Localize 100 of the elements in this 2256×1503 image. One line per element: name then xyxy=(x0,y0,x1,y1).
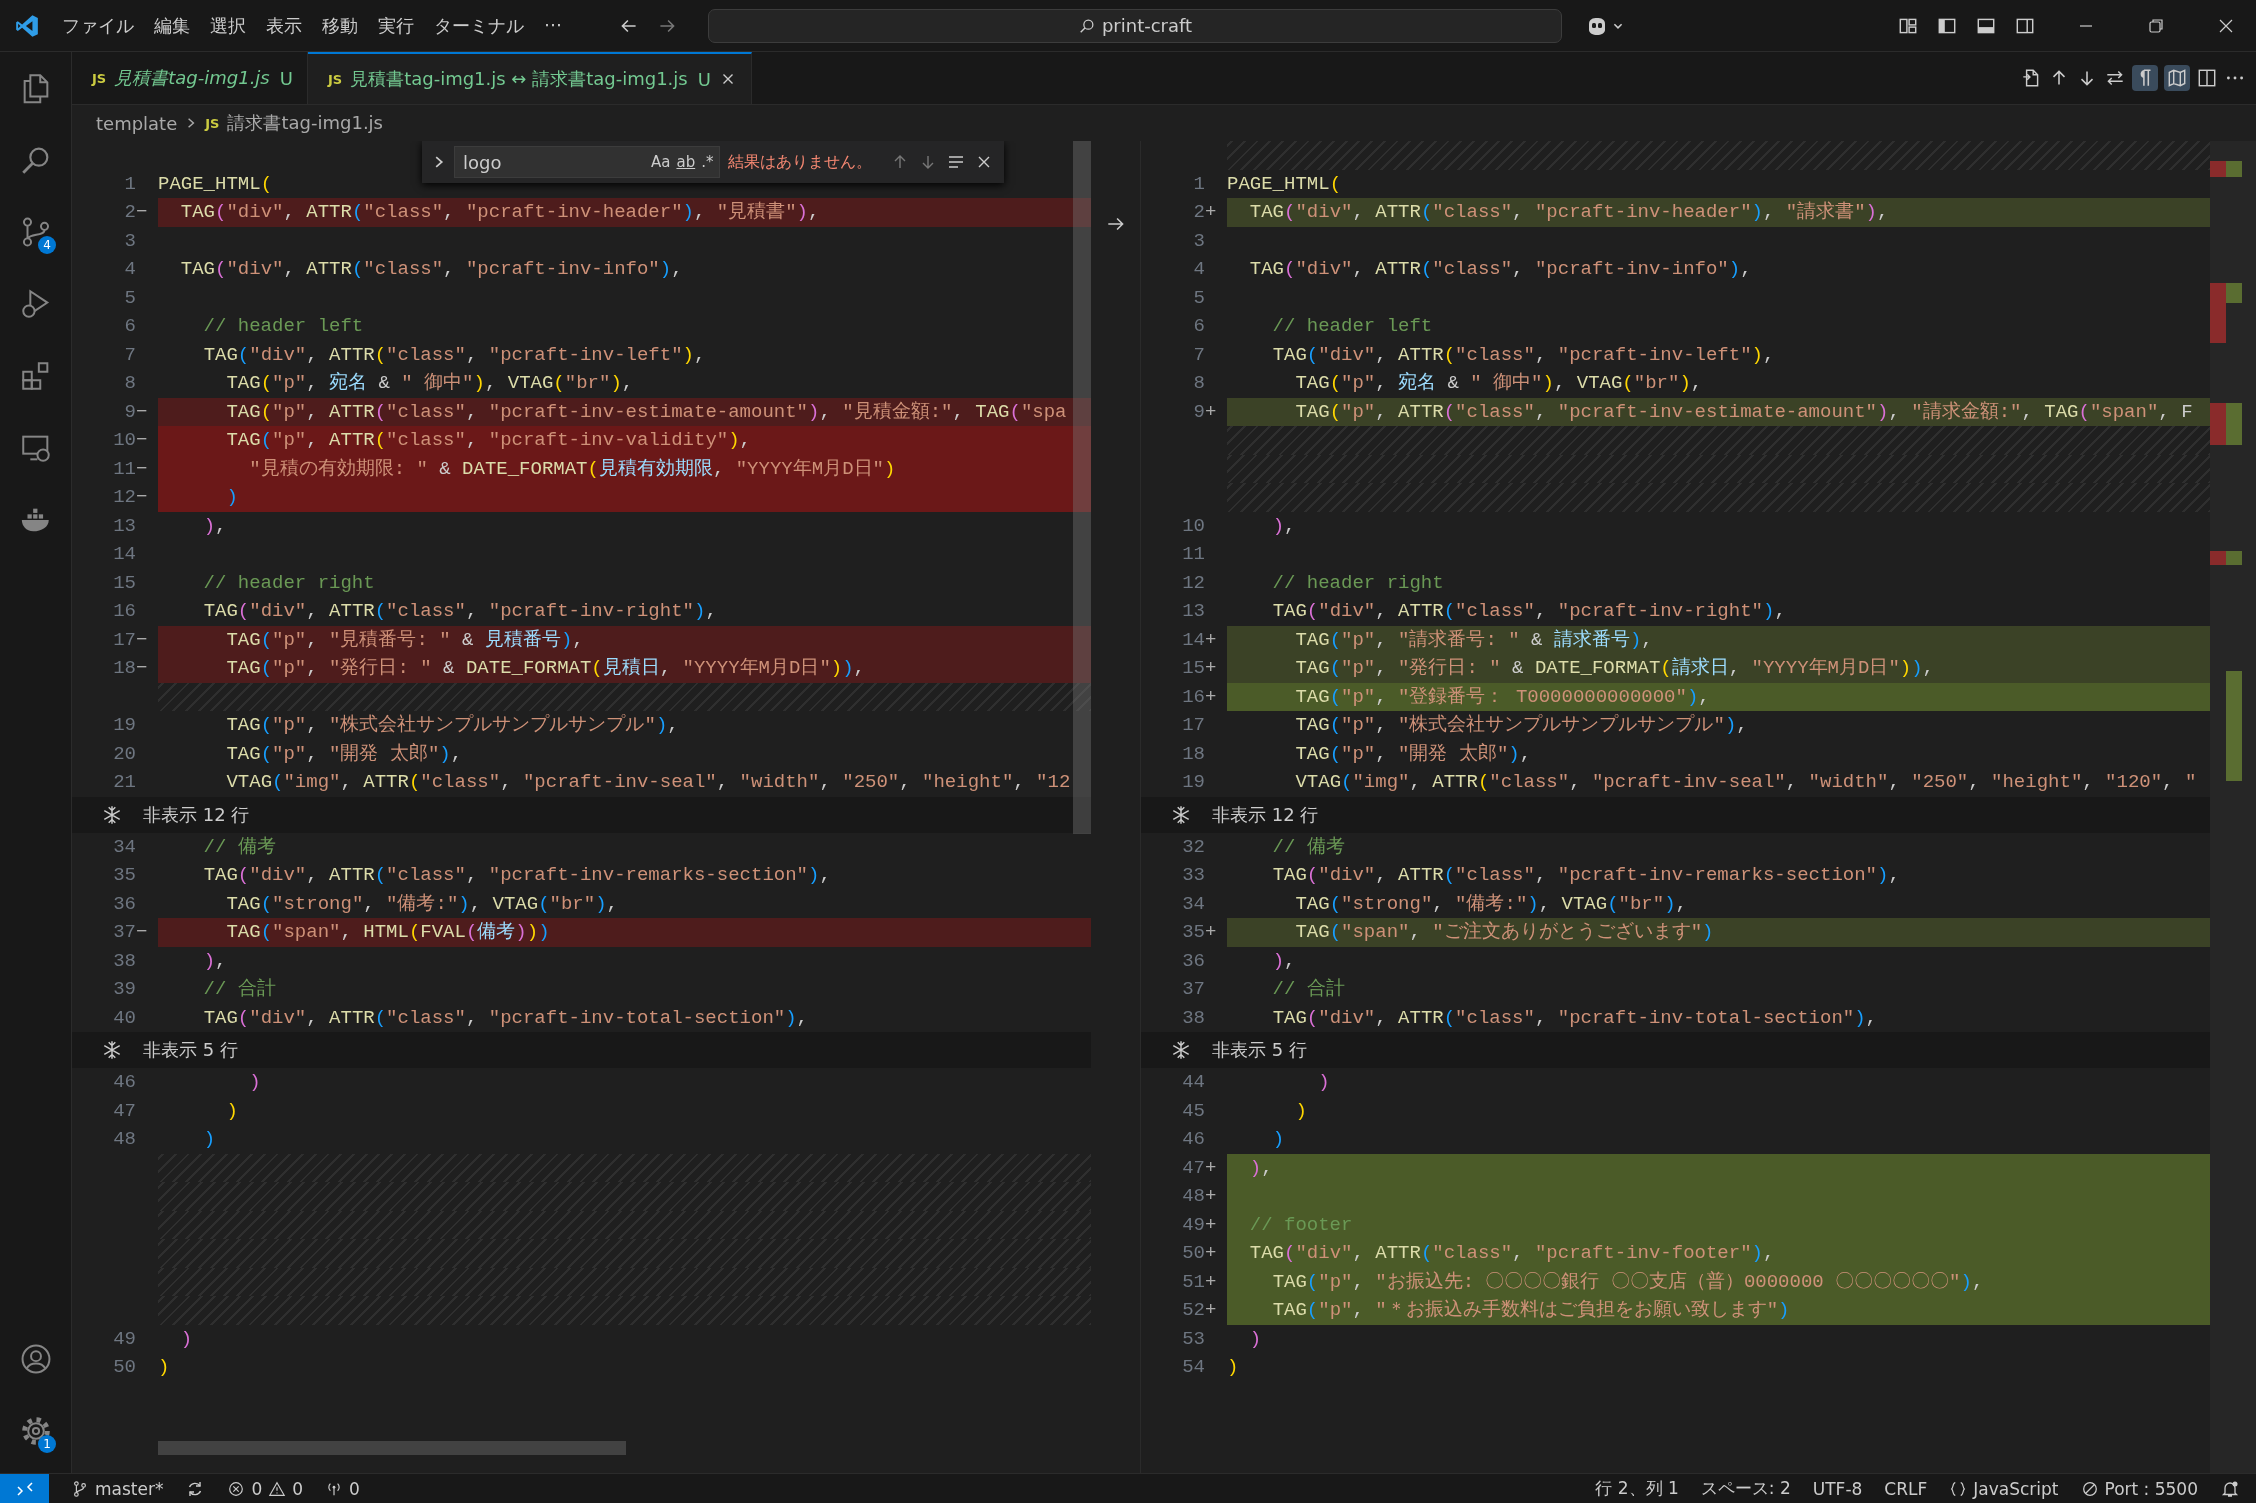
ports-status[interactable]: 0 xyxy=(325,1478,360,1499)
scrollbar-thumb[interactable] xyxy=(158,1441,626,1455)
error-count: 0 xyxy=(251,1478,263,1499)
status-item[interactable]: UTF-8 xyxy=(1812,1478,1863,1499)
change-marker: + xyxy=(1205,201,1217,223)
line-number: 40 xyxy=(112,1005,136,1031)
line-number: 12 xyxy=(1181,570,1205,596)
line-number: 53 xyxy=(1181,1326,1205,1352)
line-number: 37 xyxy=(1181,977,1205,1002)
line-number: 4 xyxy=(1192,257,1205,282)
line-number: 14 xyxy=(1181,627,1205,653)
unfold-icon[interactable] xyxy=(101,1039,123,1061)
code-line: VTAG("img", ATTR("class", "pcraft-inv-seal", "width", "250", "height", "12 xyxy=(225,770,1072,795)
collapse-unchanged-toggle[interactable] xyxy=(2164,65,2190,91)
code-line: TAG("p", 宛名 & " 御中"), VTAG("br"), xyxy=(225,371,635,396)
line-number: 48 xyxy=(112,1127,136,1152)
branch-status[interactable]: master* xyxy=(71,1478,164,1499)
line-number: 20 xyxy=(112,741,136,767)
find-option-toggle[interactable]: ab xyxy=(676,153,696,171)
line-number: 34 xyxy=(112,834,136,860)
code-line: TAG("div", ATTR("class", "pcraft-inv-left"), xyxy=(202,342,707,368)
code-line: ), xyxy=(1271,948,1297,974)
code-line: TAG("div", ATTR("class", "pcraft-inv-left"), xyxy=(1271,342,1776,368)
line-number: 47 xyxy=(112,1098,136,1124)
code-line: TAG("p", "株式会社サンプルサンプルサンプル"), xyxy=(1294,713,1749,738)
count-badge: 4 xyxy=(38,236,56,254)
change-marker: − xyxy=(136,429,148,451)
folded-lines-bar[interactable]: 非表示 5 行 xyxy=(72,1032,1091,1068)
split-editor-icon[interactable] xyxy=(2196,67,2218,89)
command-center[interactable]: print-craft xyxy=(708,8,1562,43)
menu-item[interactable]: 表示 xyxy=(258,9,310,42)
line-number: 12 xyxy=(112,485,136,510)
find-option-toggle[interactable]: .* xyxy=(701,153,714,171)
change-marker: + xyxy=(1205,685,1217,708)
tab[interactable]: JS 見積書tag-img1.js U xyxy=(72,52,308,104)
menu-item[interactable]: ⋯ xyxy=(536,9,570,42)
menu-item[interactable]: 移動 xyxy=(314,9,366,42)
folded-lines-bar[interactable]: 非表示 5 行 xyxy=(1141,1032,2210,1068)
change-marker: + xyxy=(1205,921,1217,943)
status-item[interactable]: CRLF xyxy=(1884,1478,1928,1499)
change-marker: − xyxy=(136,657,148,679)
whitespace-toggle[interactable] xyxy=(2132,65,2158,91)
live-server-status[interactable]: Port : 5500 xyxy=(2080,1478,2198,1499)
find-option-toggle[interactable]: Aa xyxy=(651,153,671,171)
line-number: 11 xyxy=(1181,542,1205,567)
code-line: ) xyxy=(1248,1326,1263,1352)
overview-ruler[interactable] xyxy=(2210,141,2256,1473)
code-line: TAG("p", 宛名 & " 御中"), VTAG("br"), xyxy=(1294,371,1704,396)
hidden-lines-label: 非表示 12 行 xyxy=(143,802,250,827)
find-input-field[interactable]: logo Aa ab .* xyxy=(454,146,721,178)
line-number: 46 xyxy=(112,1070,136,1095)
line-number: 50 xyxy=(112,1355,136,1380)
code-line: TAG("p", "株式会社サンプルサンプルサンプル"), xyxy=(225,713,680,738)
tab[interactable]: JS 見積書tag-img1.js ↔ 請求書tag-img1.js U xyxy=(307,52,752,104)
line-number: 19 xyxy=(112,713,136,738)
menu-item[interactable]: 実行 xyxy=(370,9,422,42)
menu-item[interactable]: ターミナル xyxy=(426,9,532,42)
breadcrumb-item[interactable]: template xyxy=(96,112,178,134)
folded-lines-bar[interactable]: 非表示 12 行 xyxy=(72,796,1091,833)
change-marker: + xyxy=(1205,1299,1217,1321)
code-line: // 備考 xyxy=(1271,834,1346,860)
menu-item[interactable]: ファイル xyxy=(54,9,142,42)
line-number: 18 xyxy=(112,656,136,681)
change-marker: + xyxy=(1205,657,1217,679)
code-line: ) xyxy=(1271,1127,1286,1152)
unfold-icon[interactable] xyxy=(101,803,123,826)
line-number: 19 xyxy=(1181,770,1205,795)
unfold-icon[interactable] xyxy=(1170,803,1192,826)
line-number: 3 xyxy=(1192,228,1205,254)
folded-lines-bar[interactable]: 非表示 12 行 xyxy=(1141,796,2210,833)
code-line: TAG("div", ATTR("class", "pcraft-inv-right"), xyxy=(1271,599,1787,624)
unfold-icon[interactable] xyxy=(1170,1039,1192,1061)
line-number: 14 xyxy=(112,542,136,567)
code-line: // header left xyxy=(1271,314,1434,339)
line-number: 5 xyxy=(123,285,136,311)
change-marker: − xyxy=(136,201,148,223)
line-number: 54 xyxy=(1181,1355,1205,1380)
no-results-message: 結果はありません。 xyxy=(728,151,873,173)
status-item[interactable]: スペース: 2 xyxy=(1700,1477,1791,1500)
line-number: 10 xyxy=(112,428,136,453)
change-marker: + xyxy=(1205,1185,1217,1207)
change-marker: + xyxy=(1205,1270,1217,1293)
file-type-label: JS xyxy=(92,70,107,86)
line-number: 34 xyxy=(1181,891,1205,917)
language-status[interactable]: JavaScript xyxy=(1949,1478,2059,1499)
change-marker: + xyxy=(1205,1156,1217,1179)
code-line: ) xyxy=(179,1326,194,1352)
status-item[interactable]: 行 2、列 1 xyxy=(1595,1477,1679,1500)
problems-status[interactable]: 0 0 xyxy=(227,1478,304,1499)
change-marker: − xyxy=(136,486,148,508)
line-number: 36 xyxy=(112,891,136,917)
code-line: TAG("p", "開発 太郎"), xyxy=(225,741,464,767)
line-number: 46 xyxy=(1181,1127,1205,1152)
menu-item[interactable]: 選択 xyxy=(202,9,254,42)
code-line: ) xyxy=(1317,1070,1331,1095)
breadcrumb-item[interactable]: 請求書tag-img1.js xyxy=(227,111,383,135)
menu-item[interactable]: 編集 xyxy=(146,9,198,42)
count-badge: 1 xyxy=(38,1435,56,1453)
change-marker: + xyxy=(1205,1242,1217,1264)
scrollbar-thumb[interactable] xyxy=(1073,141,1091,834)
